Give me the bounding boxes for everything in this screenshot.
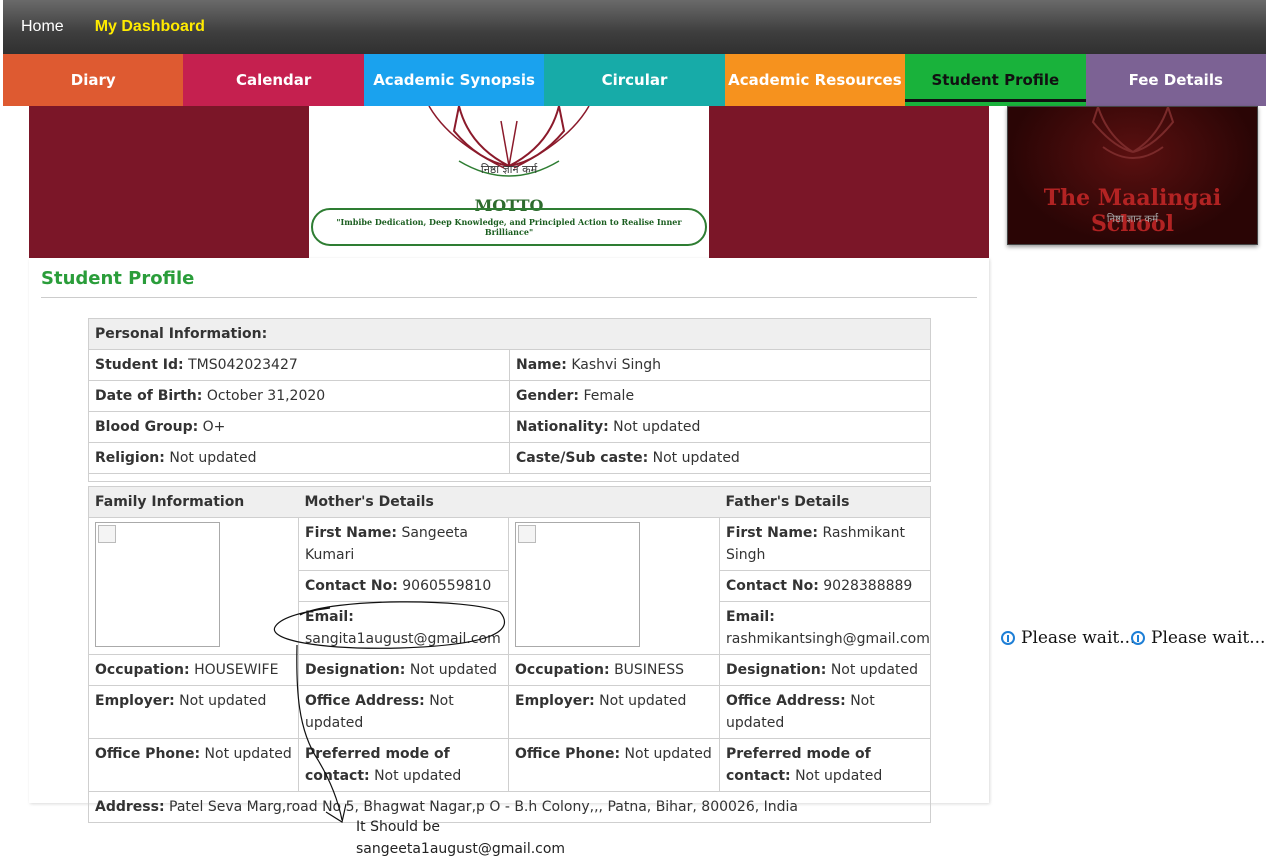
religion-cell: Religion: Not updated: [88, 442, 510, 474]
my-dashboard-link[interactable]: My Dashboard: [95, 18, 205, 36]
page-title: Student Profile: [41, 268, 195, 289]
emblem-wings-icon: [428, 106, 590, 177]
father-occupation-cell: Occupation: BUSINESS: [508, 654, 720, 686]
loading-spinner-icon: [1131, 631, 1145, 645]
tab-student-profile[interactable]: Student Profile: [905, 54, 1086, 106]
mother-preferred-contact-cell: Preferred mode of contact: Not updated: [298, 738, 509, 792]
loading-indicator-1: Please wait...: [1001, 628, 1135, 648]
mother-designation: Not updated: [409, 662, 498, 678]
blood-group-value: O+: [202, 419, 226, 435]
tab-circular[interactable]: Circular: [544, 54, 725, 106]
religion-value: Not updated: [169, 450, 257, 466]
father-preferred-contact: Not updated: [795, 768, 883, 784]
mother-office-address-cell: Office Address: Not updated: [298, 685, 509, 739]
father-employer-cell: Employer: Not updated: [508, 685, 720, 739]
gender-cell: Gender: Female: [508, 380, 932, 412]
profile-content: Student Profile Personal Information: St…: [29, 258, 989, 823]
loading-text-1: Please wait...: [1021, 628, 1136, 648]
father-details-header: Father's Details: [719, 486, 931, 518]
personal-info-header: Personal Information:: [87, 318, 932, 350]
loading-indicator-2: Please wait...: [1131, 628, 1265, 648]
father-photo: [515, 522, 640, 647]
mother-employer-cell: Employer: Not updated: [88, 685, 299, 739]
father-first-name-cell: First Name: Rashmikant Singh: [719, 517, 931, 571]
father-contact: 9028388889: [823, 578, 913, 594]
mother-preferred-contact: Not updated: [374, 768, 462, 784]
motto-sanskrit: निष्ठा ज्ञान कर्म: [480, 163, 538, 176]
father-employer: Not updated: [599, 693, 687, 709]
tab-fee-details[interactable]: Fee Details: [1085, 54, 1266, 106]
motto-panel: निष्ठा ज्ञान कर्म MOTTO "Imbibe Dedicati…: [309, 106, 709, 258]
annotation-line-2: sangeeta1august@gmail.com: [356, 841, 566, 857]
tab-diary[interactable]: Diary: [3, 54, 184, 106]
top-bar: Home My Dashboard: [3, 0, 1266, 54]
mother-designation-cell: Designation: Not updated: [298, 654, 509, 686]
nationality-value: Not updated: [613, 419, 701, 435]
dob-cell: Date of Birth: October 31,2020: [88, 380, 510, 412]
name-cell: Name: Kashvi Singh: [508, 349, 932, 381]
mother-email-cell: Email: sangita1august@gmail.com: [298, 601, 509, 655]
name-value: Kashvi Singh: [571, 357, 662, 373]
mother-first-name-cell: First Name: Sangeeta Kumari: [298, 517, 509, 571]
motto-text: "Imbibe Dedication, Deep Knowledge, and …: [311, 208, 707, 246]
mother-employer: Not updated: [179, 693, 267, 709]
mother-photo: [95, 522, 220, 647]
table-spacer: [87, 473, 932, 482]
mother-email: sangita1august@gmail.com: [305, 631, 501, 647]
dob-value: October 31,2020: [206, 388, 326, 404]
father-designation-cell: Designation: Not updated: [719, 654, 931, 686]
tab-academic-resources[interactable]: Academic Resources: [724, 54, 906, 106]
personal-info-table: Personal Information: Student Id: TMS042…: [87, 318, 932, 482]
home-link[interactable]: Home: [21, 18, 64, 36]
father-office-phone-cell: Office Phone: Not updated: [508, 738, 720, 792]
gender-value: Female: [583, 388, 635, 404]
student-id-cell: Student Id: TMS042023427: [88, 349, 510, 381]
mother-details-header: Mother's Details: [298, 486, 509, 518]
title-divider: [41, 297, 977, 298]
nationality-cell: Nationality: Not updated: [508, 411, 932, 443]
school-logo: The Maalingai School निष्ठा ज्ञान कर्म: [1007, 106, 1258, 245]
mother-occupation: HOUSEWIFE: [194, 662, 279, 678]
caste-cell: Caste/Sub caste: Not updated: [508, 442, 932, 474]
father-occupation: BUSINESS: [614, 662, 685, 678]
father-email-cell: Email: rashmikantsingh@gmail.com: [719, 601, 931, 655]
mother-contact-cell: Contact No: 9060559810: [298, 570, 509, 602]
caste-value: Not updated: [652, 450, 740, 466]
loading-text-2: Please wait...: [1151, 628, 1266, 648]
address-value: Patel Seva Marg,road No 5, Bhagwat Nagar…: [169, 799, 798, 815]
loading-spinner-icon: [1001, 631, 1015, 645]
father-preferred-contact-cell: Preferred mode of contact: Not updated: [719, 738, 931, 792]
logo-tagline: निष्ठा ज्ञान कर्म: [1106, 214, 1159, 225]
student-id-value: TMS042023427: [188, 357, 298, 373]
father-office-address-cell: Office Address: Not updated: [719, 685, 931, 739]
father-designation: Not updated: [830, 662, 919, 678]
father-office-phone: Not updated: [624, 746, 712, 762]
father-contact-cell: Contact No: 9028388889: [719, 570, 931, 602]
mother-occupation-cell: Occupation: HOUSEWIFE: [88, 654, 299, 686]
mother-contact: 9060559810: [402, 578, 492, 594]
tab-academic-synopsis[interactable]: Academic Synopsis: [363, 54, 545, 106]
tab-calendar[interactable]: Calendar: [183, 54, 364, 106]
family-info-header: Family Information: [88, 486, 299, 518]
logo-emblem-icon: [1091, 107, 1175, 159]
annotation-line-1: It Should be: [356, 819, 440, 835]
annotation-note: It Should be sangeeta1august@gmail.com: [356, 816, 565, 860]
mother-office-phone-cell: Office Phone: Not updated: [88, 738, 299, 792]
school-banner: निष्ठा ज्ञान कर्म MOTTO "Imbibe Dedicati…: [29, 106, 989, 258]
mother-office-phone: Not updated: [204, 746, 292, 762]
module-tabs: Diary Calendar Academic Synopsis Circula…: [3, 54, 1266, 106]
blood-group-cell: Blood Group: O+: [88, 411, 510, 443]
father-email: rashmikantsingh@gmail.com: [726, 631, 930, 647]
father-photo-cell: [508, 517, 720, 655]
header-gap: [508, 486, 720, 518]
mother-photo-cell: [88, 517, 299, 655]
family-info-table: Family Information Mother's Details Fath…: [88, 486, 931, 823]
